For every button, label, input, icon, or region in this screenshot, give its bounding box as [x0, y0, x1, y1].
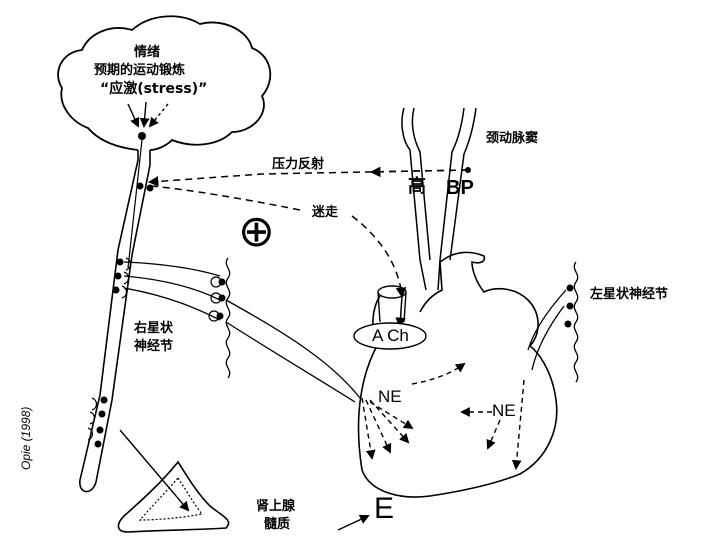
- plus-symbol: ⊕: [238, 206, 275, 257]
- brain-center-node: [138, 132, 146, 140]
- vagus-label: 迷走: [312, 205, 339, 220]
- carotid-sinus-label: 颈动脉窦: [486, 131, 539, 146]
- brain-label-stress: “应激(stress)”: [100, 81, 208, 97]
- aorta-top: [377, 285, 407, 299]
- carotid-arteries: [401, 107, 477, 291]
- left-ganglion-label: 左星状神经节: [590, 287, 669, 302]
- spinal-rings-lower: [87, 397, 98, 441]
- left-ganglion-fibers: [527, 289, 567, 371]
- left-ganglion-chain: [573, 261, 579, 383]
- ne-right-label: NE: [492, 401, 516, 420]
- ne-arrows-right: [460, 379, 525, 470]
- citation-label: Opie (1998): [19, 406, 33, 470]
- ne-arrows-left: [361, 362, 466, 460]
- adrenal-nerve-arrow: [119, 429, 190, 512]
- epinephrine-arrow: [337, 514, 370, 531]
- baroreflex-label: 压力反射: [272, 157, 325, 172]
- bp-label: BP: [446, 177, 474, 199]
- carotid-sinus-node: [465, 167, 471, 173]
- right-ganglion-label-1: 右星状: [134, 321, 174, 336]
- right-ganglion-chain: [225, 257, 231, 379]
- descending-pathway: [127, 139, 143, 269]
- right-ganglion-label-2: 神经节: [134, 339, 174, 354]
- adrenal-label-2: 髓质: [264, 517, 291, 532]
- vagus-to-ach: [395, 295, 406, 329]
- vagus-pathway: [351, 215, 407, 299]
- epinephrine-label: E: [374, 492, 395, 525]
- adrenal-gland: [117, 460, 230, 533]
- adrenal-label-1: 肾上腺: [256, 499, 296, 514]
- brain-input-arrows: [127, 101, 169, 128]
- ach-label: A Ch: [372, 326, 409, 345]
- brain-label-exercise: 预期的运动锻炼: [94, 63, 186, 78]
- ne-left-label: NE: [378, 387, 402, 406]
- heart-outline: [357, 251, 558, 498]
- high-label: 高: [408, 176, 426, 197]
- brain-label-emotion: 情绪: [134, 45, 161, 60]
